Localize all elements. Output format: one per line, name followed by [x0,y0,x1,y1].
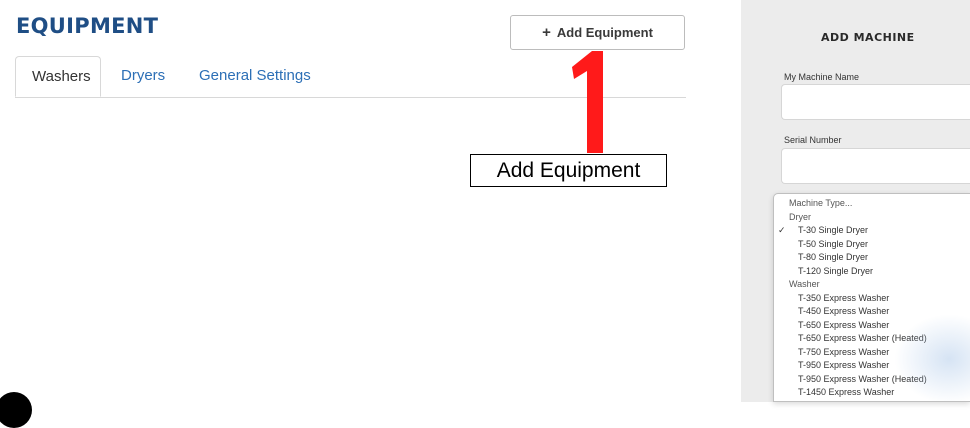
dropdown-option[interactable]: T-1450 Express Washer [774,386,970,400]
dropdown-option-label: T-350 Express Washer [798,292,890,303]
dropdown-option[interactable]: T-650 Express Washer (Heated) [774,332,970,346]
machine-type-dropdown[interactable]: Machine Type... Dryer ✓ T-30 Single Dryer T-… [773,193,970,402]
dropdown-option-label: T-1450 Express Washer [798,387,895,397]
add-equipment-label: Add Equipment [556,25,653,40]
dropdown-option[interactable]: T-50 Single Dryer [774,238,970,252]
serial-number-input[interactable] [781,148,970,184]
dropdown-option[interactable]: T-950 Express Washer [774,359,970,373]
option-group-header: Washer [774,278,970,292]
tab-washers[interactable]: Washers [15,56,101,97]
plus-icon: + [542,24,551,41]
machine-name-input[interactable] [781,84,970,120]
dropdown-option[interactable]: T-750 Express Washer [774,346,970,360]
dropdown-option[interactable]: T-650 Express Washer [774,319,970,333]
machine-type-placeholder: Machine Type... [774,197,970,211]
dropdown-option-label: T-120 Single Dryer [798,265,874,276]
machine-type-placeholder-label: Machine Type... [789,198,853,208]
dropdown-option[interactable]: T-350 Express Washer [774,292,970,306]
dropdown-option-label: T-650 Express Washer (Heated) [798,333,927,343]
dropdown-option-label: T-80 Single Dryer [798,252,869,262]
tab-general-settings[interactable]: General Settings [199,56,311,97]
tab-dryers[interactable]: Dryers [121,56,165,97]
dropdown-option-label: T-650 Express Washer [798,319,890,330]
step-one-glyph [572,51,603,153]
checkmark-icon: ✓ [778,225,786,235]
dropdown-option-label: T-450 Express Washer [798,306,890,316]
option-group-header-label: Washer [789,279,820,289]
option-group-header-label: Dryer [789,211,811,222]
panel-title: ADD MACHINE [821,31,915,44]
dropdown-option[interactable]: T-450 Express Washer [774,305,970,319]
step-number-annotation [572,51,603,153]
add-equipment-button[interactable]: + Add Equipment [510,15,685,50]
dropdown-option[interactable]: T-120 Single Dryer [774,265,970,279]
page-title: EQUIPMENT [16,14,159,38]
dropdown-option[interactable]: ✓ T-30 Single Dryer [774,224,970,238]
dropdown-option-label: T-950 Express Washer (Heated) [798,373,927,384]
dropdown-option[interactable]: T-950 Express Washer (Heated) [774,373,970,387]
dropdown-option[interactable]: T-80 Single Dryer [774,251,970,265]
machine-name-label: My Machine Name [784,72,860,82]
dropdown-option-label: T-750 Express Washer [798,346,890,357]
option-group-header: Dryer [774,211,970,225]
dropdown-option-label: T-950 Express Washer [798,360,890,370]
step-marker-circle [0,392,32,428]
annotation-callout: Add Equipment [470,154,667,187]
dropdown-option-label: T-30 Single Dryer [798,225,869,235]
dropdown-option-label: T-50 Single Dryer [798,238,869,249]
serial-number-label: Serial Number [784,135,842,145]
